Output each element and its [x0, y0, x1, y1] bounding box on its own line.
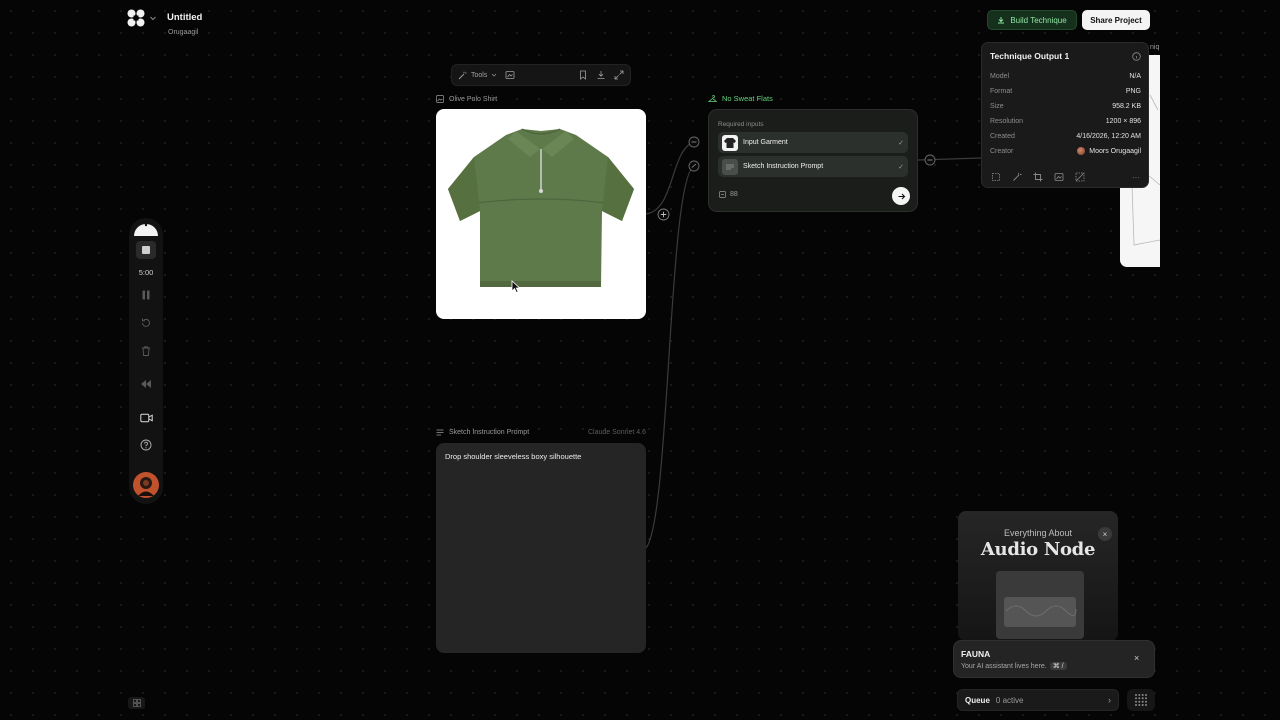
recording-timer: 5:00	[138, 268, 154, 277]
fauna-subtitle: Your AI assistant lives here. ⌘ /	[961, 662, 1067, 670]
hanger-icon	[708, 94, 717, 103]
image-icon	[436, 95, 444, 103]
chevron-right-icon: ›	[1108, 695, 1111, 705]
check-icon: ✓	[898, 139, 904, 147]
arrow-right-icon	[897, 192, 906, 201]
tools-menu[interactable]: Tools	[458, 71, 497, 80]
video-preview	[996, 571, 1084, 639]
input-port-prompt[interactable]	[688, 160, 700, 172]
mouse-cursor-icon	[511, 280, 521, 294]
input-garment-label: Input Garment	[743, 139, 788, 146]
user-avatar[interactable]	[129, 472, 163, 498]
download-icon[interactable]	[596, 70, 606, 80]
credits-icon	[719, 191, 726, 198]
image-node-title: Olive Polo Shirt	[449, 95, 498, 103]
prompt-node-title: Sketch Instruction Prompt	[449, 429, 530, 436]
sketch-prompt-label: Sketch Instruction Prompt	[743, 163, 824, 170]
required-inputs-label: Required inputs	[718, 121, 764, 128]
queue-bar[interactable]: Queue 0 active ›	[957, 689, 1119, 711]
video-kicker: Everything About	[1003, 528, 1073, 538]
image-node-header: Olive Polo Shirt	[436, 95, 497, 103]
sketch-prompt-row[interactable]: Sketch Instruction Prompt ✓	[718, 156, 908, 177]
image-icon[interactable]	[505, 70, 515, 80]
check-icon: ✓	[898, 163, 904, 171]
no-sweat-flats-node[interactable]: Required inputs Input Garment ✓ Sketch I…	[708, 109, 918, 212]
expand-icon[interactable]	[614, 70, 624, 80]
run-button[interactable]	[892, 187, 910, 205]
rewind-icon[interactable]	[129, 379, 163, 389]
credits-value: 88	[730, 191, 738, 198]
text-lines-icon	[436, 429, 444, 436]
credits-indicator: 88	[719, 191, 738, 198]
wand-icon	[458, 71, 467, 80]
minimap-icon[interactable]	[128, 697, 145, 709]
prompt-node-header: Sketch Instruction Prompt Claude Sonnet …	[436, 429, 646, 436]
video-title: Audio Node	[980, 539, 1096, 560]
add-connection-icon[interactable]	[657, 208, 670, 221]
restart-icon[interactable]	[129, 317, 163, 329]
trash-icon[interactable]	[129, 345, 163, 357]
video-camera-icon[interactable]	[129, 413, 163, 423]
fauna-assistant-toast[interactable]: FAUNA Your AI assistant lives here. ⌘ / ×	[953, 640, 1155, 678]
close-icon[interactable]: ×	[1134, 653, 1139, 663]
tutorial-video-card[interactable]: Everything About Audio Node ×	[958, 511, 1118, 641]
queue-count: 0 active	[995, 695, 1024, 705]
prompt-textarea[interactable]: Drop shoulder sleeveless boxy silhouette	[445, 452, 581, 461]
dots-grid-icon[interactable]	[1127, 689, 1155, 711]
fauna-title: FAUNA	[961, 649, 991, 659]
help-icon[interactable]	[129, 439, 163, 451]
bookmark-icon[interactable]	[578, 70, 588, 80]
input-port-garment[interactable]	[688, 136, 700, 148]
output-port[interactable]	[924, 154, 936, 166]
pause-icon[interactable]	[129, 289, 163, 301]
garment-thumbnail	[722, 134, 738, 151]
tools-label: Tools	[471, 71, 488, 79]
chevron-down-icon	[491, 72, 497, 78]
stop-button[interactable]	[129, 241, 163, 259]
text-thumbnail	[722, 158, 738, 175]
prompt-model-label[interactable]: Claude Sonnet 4.6	[588, 429, 646, 436]
shortcut-badge: ⌘ /	[1049, 662, 1067, 670]
flats-node-header: No Sweat Flats	[708, 94, 773, 103]
flats-node-title: No Sweat Flats	[722, 94, 773, 103]
node-toolbar: Tools	[451, 64, 631, 86]
queue-label: Queue	[965, 695, 990, 705]
garment-image-node[interactable]	[436, 109, 646, 319]
record-indicator-icon	[129, 220, 163, 236]
sketch-prompt-node[interactable]: Drop shoulder sleeveless boxy silhouette	[436, 443, 646, 653]
fauna-subtitle-text: Your AI assistant lives here.	[961, 663, 1047, 670]
input-garment-row[interactable]: Input Garment ✓	[718, 132, 908, 153]
olive-polo-shirt-image	[448, 128, 634, 287]
close-video-button[interactable]: ×	[1098, 527, 1112, 541]
left-recording-toolbar: 5:00	[129, 218, 163, 504]
